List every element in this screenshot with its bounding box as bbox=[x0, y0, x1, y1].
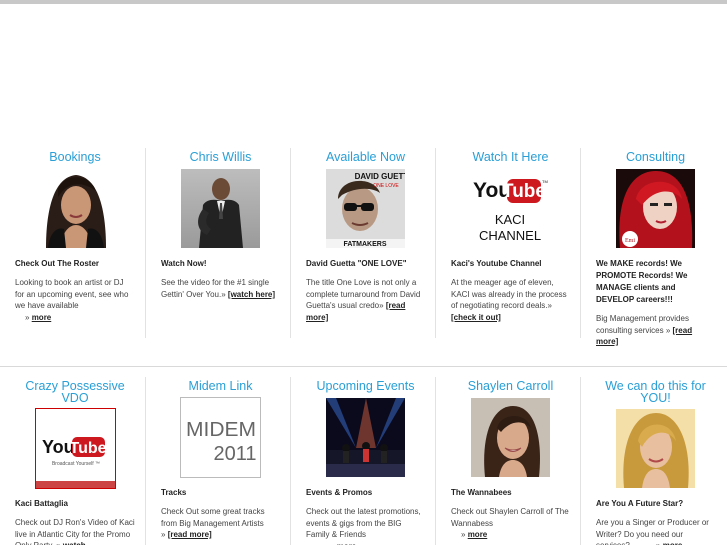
feature-row-2: Crazy Possessive VDO You Tube Broadcast … bbox=[0, 377, 727, 545]
feature-row-1: Bookings Check Out The Roster Looking to… bbox=[0, 148, 727, 346]
card-consulting: Consulting Emi We MAKE records! We PROMO… bbox=[580, 148, 725, 346]
card-watch-it-here: Watch It Here You Tube TM KACI CHANNEL K… bbox=[435, 148, 580, 338]
more-link[interactable]: more bbox=[32, 313, 52, 322]
album-text-top: DAVID GUETTA bbox=[355, 172, 405, 181]
card-midem-link: Midem Link MIDEM 2011 Tracks Check Out s… bbox=[145, 377, 290, 545]
card-title[interactable]: Upcoming Events bbox=[306, 380, 425, 393]
card-body: Are you a Singer or Producer or Writer? … bbox=[596, 517, 715, 545]
watch-link[interactable]: watch bbox=[63, 541, 86, 545]
card-title[interactable]: Chris Willis bbox=[161, 151, 280, 164]
card-body: Looking to book an artist or DJ for an u… bbox=[15, 277, 135, 323]
midem-word: MIDEM bbox=[186, 419, 256, 441]
watch-here-link[interactable]: [watch here] bbox=[228, 290, 275, 299]
card-heading: Kaci Battaglia bbox=[15, 499, 68, 508]
consulting-image[interactable]: Emi bbox=[616, 169, 695, 248]
card-text: Check Out some great tracks from Big Man… bbox=[161, 507, 265, 528]
card-text: Check out the latest promotions, events … bbox=[306, 507, 421, 539]
arrow: » bbox=[656, 541, 660, 545]
card-text: Looking to book an artist or DJ for an u… bbox=[15, 278, 129, 310]
card-heading: Watch Now! bbox=[161, 259, 207, 268]
card-crazy-possessive: Crazy Possessive VDO You Tube Broadcast … bbox=[0, 377, 145, 545]
card-shaylen-carroll: Shaylen Carroll The Wannabees Check out … bbox=[435, 377, 580, 545]
album-text-bottom: FATMAKERS bbox=[343, 241, 386, 248]
card-we-can-do-this: We can do this for YOU! Are You A Future… bbox=[580, 377, 725, 545]
channel-line2: CHANNEL bbox=[479, 228, 541, 243]
card-body: Big Management provides consulting servi… bbox=[596, 313, 715, 348]
card-body: See the video for the #1 single Gettin' … bbox=[161, 277, 280, 300]
card-body: Check Out some great tracks from Big Man… bbox=[161, 506, 280, 541]
card-body: At the meager age of eleven, KACI was al… bbox=[451, 277, 570, 323]
bookings-image[interactable] bbox=[35, 169, 115, 248]
card-upcoming-events: Upcoming Events Events & Promos Check ou… bbox=[290, 377, 435, 545]
youtube-sub-text: Broadcast Yourself ™ bbox=[51, 461, 99, 467]
card-title[interactable]: Shaylen Carroll bbox=[451, 380, 570, 393]
card-title[interactable]: Watch It Here bbox=[451, 151, 570, 164]
youtube-broadcast-image[interactable]: You Tube Broadcast Yourself ™ bbox=[34, 408, 116, 489]
youtube-tube-text: Tube bbox=[502, 181, 546, 202]
arrow: » bbox=[56, 541, 60, 545]
chris-willis-image[interactable] bbox=[181, 169, 260, 248]
concert-image[interactable] bbox=[326, 398, 405, 477]
row-divider bbox=[0, 366, 727, 367]
card-body: Check out the latest promotions, events … bbox=[306, 506, 425, 545]
youtube-tm: TM bbox=[542, 179, 548, 184]
card-chris-willis: Chris Willis Watch Now! See the video fo… bbox=[145, 148, 290, 338]
arrow: » bbox=[547, 301, 552, 310]
card-heading: Kaci's Youtube Channel bbox=[451, 259, 542, 268]
midem-year: 2011 bbox=[213, 443, 256, 465]
card-title[interactable]: Bookings bbox=[15, 151, 135, 164]
card-title[interactable]: Consulting bbox=[596, 151, 715, 164]
youtube-channel-image[interactable]: You Tube TM KACI CHANNEL bbox=[471, 169, 550, 248]
arrow: » bbox=[379, 301, 384, 310]
channel-line1: KACI bbox=[495, 212, 525, 227]
card-body: The title One Love is not only a complet… bbox=[306, 277, 425, 323]
future-star-image[interactable] bbox=[616, 409, 695, 488]
shaylen-image[interactable] bbox=[471, 398, 550, 477]
arrow: » bbox=[25, 312, 30, 322]
card-heading: Tracks bbox=[161, 488, 187, 497]
card-heading: Events & Promos bbox=[306, 488, 373, 497]
card-heading: The Wannabees bbox=[451, 488, 512, 497]
album-text-small: ONE LOVE bbox=[373, 183, 399, 189]
more-link[interactable]: more bbox=[468, 530, 488, 539]
top-border bbox=[0, 0, 727, 4]
card-body: Check out DJ Ron's Video of Kaci live in… bbox=[15, 517, 135, 545]
badge-text: Emi bbox=[625, 238, 635, 244]
check-it-out-link[interactable]: [check it out] bbox=[451, 313, 501, 322]
card-heading: Check Out The Roster bbox=[15, 259, 100, 268]
card-available-now: Available Now FATMAKERS DAVID GUETTA ONE… bbox=[290, 148, 435, 338]
more-link[interactable]: more bbox=[663, 541, 683, 545]
album-cover-image[interactable]: FATMAKERS DAVID GUETTA ONE LOVE bbox=[326, 169, 405, 248]
more-link[interactable]: more bbox=[337, 542, 357, 545]
arrow: » bbox=[161, 530, 166, 539]
arrow: » bbox=[221, 289, 226, 299]
arrow: » bbox=[330, 542, 334, 545]
card-title[interactable]: Midem Link bbox=[161, 380, 280, 393]
midem-logo-image[interactable]: MIDEM 2011 bbox=[180, 397, 261, 478]
youtube-tube-text: Tube bbox=[69, 440, 106, 457]
card-heading: Are You A Future Star? bbox=[596, 499, 684, 508]
card-heading: David Guetta "ONE LOVE" bbox=[306, 259, 407, 268]
card-text: Check out Shaylen Carroll of The Wannabe… bbox=[451, 507, 569, 528]
card-title[interactable]: Available Now bbox=[306, 151, 425, 164]
card-title[interactable]: Crazy Possessive VDO bbox=[15, 380, 135, 405]
card-bookings: Bookings Check Out The Roster Looking to… bbox=[0, 148, 145, 338]
card-body: Check out Shaylen Carroll of The Wannabe… bbox=[451, 506, 570, 541]
read-more-link[interactable]: [read more] bbox=[168, 530, 212, 539]
card-title[interactable]: We can do this for YOU! bbox=[596, 380, 715, 405]
arrow: » bbox=[461, 530, 466, 539]
card-heading: We MAKE records! We PROMOTE Records! We … bbox=[596, 259, 688, 304]
arrow: » bbox=[665, 325, 671, 335]
